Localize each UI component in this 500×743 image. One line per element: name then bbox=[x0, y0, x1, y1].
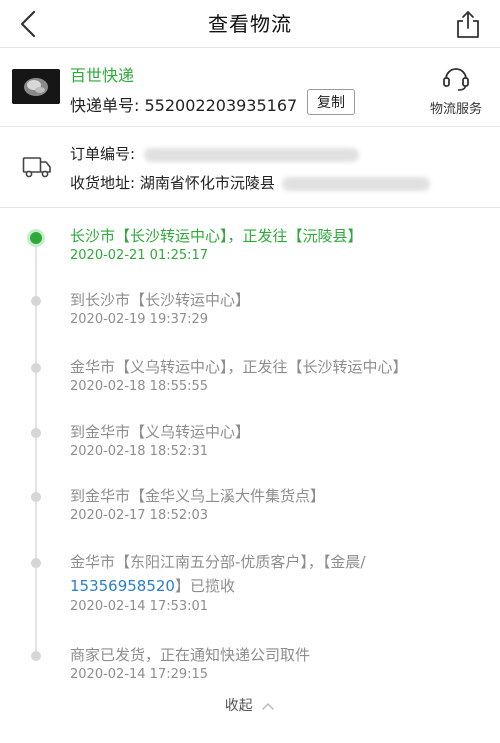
collapse-button[interactable]: 收起 bbox=[0, 695, 500, 715]
timeline-event-time: 2020-02-19 19:37:29 bbox=[70, 312, 209, 327]
timeline-dot bbox=[31, 363, 41, 373]
tracking-label: 快递单号: bbox=[70, 96, 140, 115]
logistics-service-button[interactable]: 物流服务 bbox=[426, 62, 486, 117]
timeline-event-time: 2020-02-17 18:52:03 bbox=[70, 508, 209, 523]
address-row: 收货地址: 湖南省怀化市沅陵县 bbox=[70, 172, 430, 193]
tracking-number: 552002203935167 bbox=[144, 96, 298, 115]
courier-section: 百世快递 快递单号: 552002203935167 物流服务 bbox=[0, 48, 500, 126]
timeline-event-text-part: 】已揽收 bbox=[174, 577, 235, 595]
address-value: 湖南省怀化市沅陵县 bbox=[139, 174, 275, 192]
timeline-event-text: 长沙市【长沙转运中心】，正发往【沅陵县】 bbox=[70, 227, 363, 245]
order-number-redacted bbox=[143, 147, 359, 162]
order-section: 订单编号: 收货地址: 湖南省怀化市沅陵县 bbox=[0, 127, 500, 207]
timeline-dot bbox=[31, 428, 41, 438]
timeline-dot-active bbox=[27, 229, 45, 247]
timeline-event-time: 2020-02-14 17:53:01 bbox=[70, 599, 209, 614]
product-thumbnail bbox=[12, 69, 60, 104]
courier-name: 百世快递 bbox=[70, 66, 135, 85]
copy-button[interactable]: 复制 bbox=[307, 89, 355, 115]
timeline-dot bbox=[31, 492, 41, 502]
timeline-dot bbox=[31, 296, 41, 306]
chevron-up-icon bbox=[262, 703, 274, 710]
page-title: 查看物流 bbox=[208, 12, 292, 36]
share-icon bbox=[457, 11, 479, 38]
truck-icon bbox=[22, 154, 52, 184]
timeline-event-text: 商家已发货，正在通知快递公司取件 bbox=[70, 646, 311, 664]
timeline-event-text: 到金华市【义乌转运中心】 bbox=[70, 423, 251, 441]
order-number-label: 订单编号: bbox=[70, 145, 136, 163]
timeline-dot bbox=[31, 651, 41, 661]
timeline-event-text: 金华市【东阳江南五分部-优质客户】，【金晨/ 15356958520】已揽收 bbox=[70, 552, 470, 596]
timeline-event-time: 2020-02-21 01:25:17 bbox=[70, 248, 209, 263]
timeline-event-time: 2020-02-18 18:55:55 bbox=[70, 379, 209, 394]
collapse-label: 收起 bbox=[224, 698, 253, 714]
timeline-event-time: 2020-02-14 17:29:15 bbox=[70, 667, 209, 682]
order-number-row: 订单编号: bbox=[70, 143, 359, 164]
address-redacted bbox=[281, 176, 430, 191]
timeline-event-text: 到长沙市【长沙转运中心】 bbox=[70, 291, 251, 309]
timeline-event-text: 到金华市【金华义乌上溪大件集货点】 bbox=[70, 487, 326, 505]
timeline-event-text-part: 金华市【东阳江南五分部-优质客户】，【金晨/ bbox=[70, 553, 366, 571]
tracking-timeline: 长沙市【长沙转运中心】，正发往【沅陵县】 2020-02-21 01:25:17… bbox=[0, 208, 500, 743]
timeline-event-time: 2020-02-18 18:52:31 bbox=[70, 444, 209, 459]
logistics-service-label: 物流服务 bbox=[429, 102, 482, 117]
address-label: 收货地址: bbox=[70, 174, 136, 192]
timeline-event-text: 金华市【义乌转运中心】，正发往【长沙转运中心】 bbox=[70, 358, 408, 376]
headset-icon bbox=[443, 68, 469, 91]
nav-bar: 查看物流 bbox=[0, 0, 500, 48]
timeline-dot bbox=[31, 558, 41, 568]
courier-phone-link[interactable]: 15356958520 bbox=[70, 577, 175, 595]
share-button[interactable] bbox=[448, 6, 488, 42]
tracking-number-row: 快递单号: 552002203935167 bbox=[70, 92, 297, 116]
